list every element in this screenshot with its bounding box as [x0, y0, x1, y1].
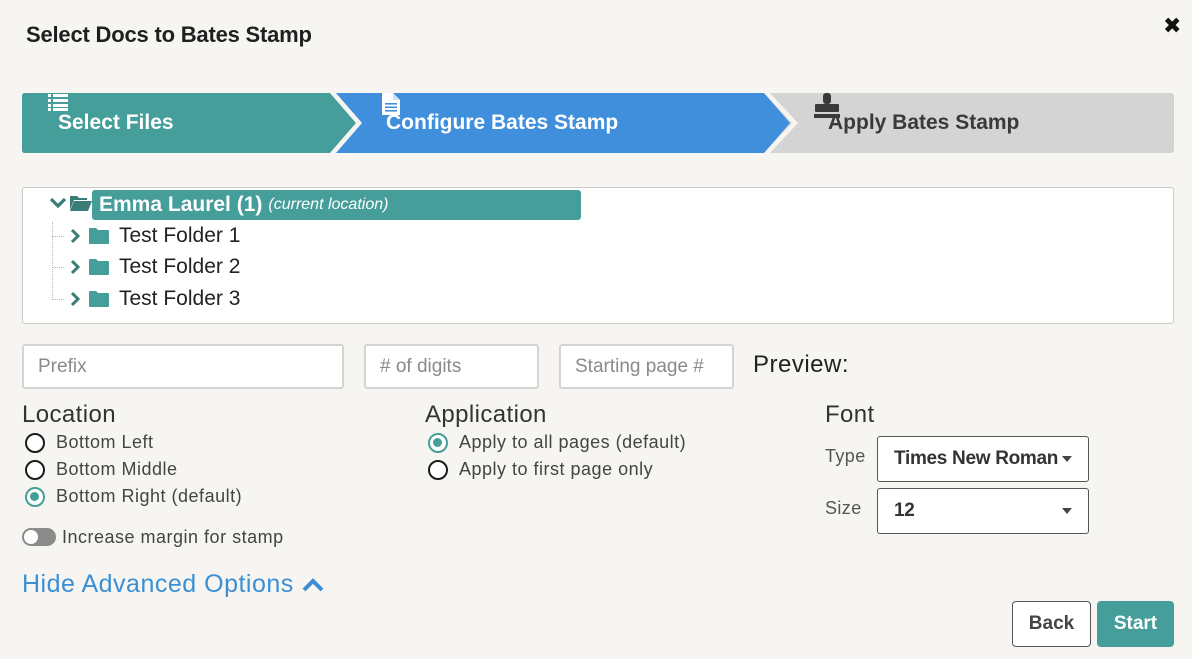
root-folder-name: Emma Laurel (1): [99, 193, 263, 216]
prefix-input[interactable]: [22, 344, 344, 389]
step-apply-bates-stamp[interactable]: Apply Bates Stamp: [814, 93, 1019, 153]
application-option-all-pages[interactable]: Apply to all pages (default): [428, 432, 686, 453]
location-option-bottom-middle[interactable]: Bottom Middle: [25, 459, 178, 480]
current-location-note: (current location): [268, 196, 389, 213]
folder-open-icon: [70, 194, 92, 217]
font-size-select[interactable]: 12: [877, 488, 1089, 534]
caret-down-icon: [1062, 508, 1072, 514]
font-type-select[interactable]: Times New Roman: [877, 436, 1089, 482]
radio-label: Bottom Middle: [56, 459, 178, 479]
close-icon[interactable]: ✖: [1163, 15, 1181, 37]
tree-guide-line: [52, 299, 64, 300]
radio-button[interactable]: [25, 459, 45, 480]
location-option-bottom-right[interactable]: Bottom Right (default): [25, 486, 242, 507]
hide-advanced-options-link[interactable]: Hide Advanced Options: [22, 570, 324, 599]
step-label: Configure Bates Stamp: [386, 111, 619, 134]
tree-root-toggle[interactable]: [49, 189, 92, 221]
chevron-right-icon[interactable]: [69, 228, 83, 244]
folder-icon: [89, 259, 109, 275]
margin-toggle[interactable]: [22, 528, 56, 546]
folder-tree: Emma Laurel (1) (current location) Test …: [22, 187, 1174, 324]
tree-guide-line: [52, 236, 64, 237]
tree-guide-line: [52, 267, 64, 268]
margin-toggle-label: Increase margin for stamp: [62, 527, 284, 547]
folder-name: Test Folder 2: [119, 255, 241, 278]
location-heading: Location: [22, 401, 116, 428]
radio-button[interactable]: [25, 432, 45, 453]
advanced-link-label: Hide Advanced Options: [22, 570, 294, 598]
folder-name: Test Folder 1: [119, 224, 241, 247]
font-size-label: Size: [825, 498, 862, 518]
radio-label: Bottom Right (default): [56, 486, 243, 506]
start-button[interactable]: Start: [1097, 601, 1174, 647]
tree-node-folder-3[interactable]: Test Folder 3: [52, 284, 241, 314]
step-configure-bates-stamp[interactable]: Configure Bates Stamp: [382, 93, 618, 153]
caret-down-icon: [1062, 456, 1072, 462]
folder-icon: [89, 291, 109, 307]
step-label: Select Files: [58, 111, 174, 134]
radio-button-selected[interactable]: [25, 486, 45, 507]
starting-page-input[interactable]: [559, 344, 734, 389]
folder-name: Test Folder 3: [119, 287, 241, 310]
back-button[interactable]: Back: [1012, 601, 1091, 647]
radio-label: Apply to all pages (default): [459, 432, 687, 452]
chevron-right-icon[interactable]: [69, 259, 83, 275]
tree-root-label[interactable]: Emma Laurel (1) (current location): [99, 190, 388, 220]
wizard-stepper: Select Files Configure Bates Stamp Apply…: [22, 93, 1174, 153]
step-select-files[interactable]: Select Files: [48, 93, 174, 153]
font-type-value: Times New Roman: [894, 448, 1059, 469]
radio-button[interactable]: [428, 459, 448, 480]
preview-label: Preview:: [753, 351, 850, 378]
application-heading: Application: [425, 401, 547, 428]
font-type-label: Type: [825, 446, 866, 466]
step-label: Apply Bates Stamp: [828, 111, 1020, 134]
radio-label: Apply to first page only: [459, 459, 654, 479]
toggle-knob: [24, 530, 38, 544]
location-option-bottom-left[interactable]: Bottom Left: [25, 432, 154, 453]
application-option-first-page[interactable]: Apply to first page only: [428, 459, 653, 480]
chevron-down-icon[interactable]: [49, 196, 67, 215]
font-size-value: 12: [894, 500, 915, 521]
chevron-up-icon: [302, 577, 324, 591]
digits-input[interactable]: [364, 344, 539, 389]
radio-label: Bottom Left: [56, 432, 154, 452]
tree-node-folder-2[interactable]: Test Folder 2: [52, 252, 241, 282]
tree-node-folder-1[interactable]: Test Folder 1: [52, 221, 241, 251]
font-heading: Font: [825, 401, 875, 428]
radio-button-selected[interactable]: [428, 432, 448, 453]
dialog-title: Select Docs to Bates Stamp: [26, 22, 312, 47]
tree-guide-line: [52, 222, 53, 300]
folder-icon: [89, 228, 109, 244]
chevron-right-icon[interactable]: [69, 291, 83, 307]
